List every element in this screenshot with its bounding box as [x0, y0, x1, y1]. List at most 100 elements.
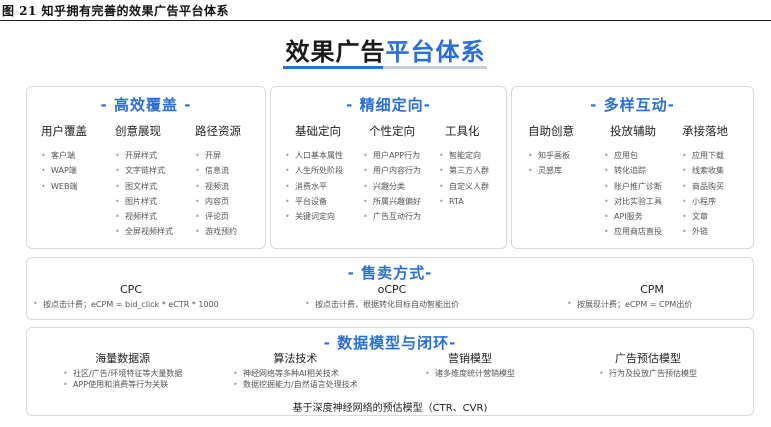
column-marketing-model: 营销模型 诸多维度统计营销模型: [425, 350, 515, 380]
list-item: 视频样式: [115, 209, 173, 225]
list-item: 行为及投放广告预估模型: [599, 369, 697, 380]
list-item: 游戏预约: [195, 224, 241, 240]
sales-mode-cpc: CPC 按点击计费；eCPM = bid_click * eCTR * 1000: [33, 283, 229, 309]
list-item: 兴趣分类: [363, 179, 421, 195]
list-item: 智能定向: [439, 148, 489, 164]
column-path-resources: 路径资源 开屏 信息流 视频流 内容页 评论页 游戏预约: [195, 123, 241, 240]
panel-precise-targeting: - 精细定向- 基础定向 人口基本属性 人生所处阶段 消费水平 平台设备 关键词…: [270, 86, 507, 249]
diagram-title: 效果广告平台体系: [0, 32, 771, 67]
figure-caption: 图 21 知乎拥有完善的效果广告平台体系: [2, 4, 230, 18]
column-header: 投放辅助: [610, 124, 656, 138]
list-item: 消费水平: [285, 179, 343, 195]
list-item: 关键词定向: [285, 209, 343, 225]
sales-mode-note: 按点击计费；eCPM = bid_click * eCTR * 1000: [33, 299, 219, 310]
list-item: 图片样式: [115, 194, 173, 210]
column-header: 自助创意: [528, 124, 574, 138]
column-massive-data: 海量数据源 社区/广告/环境特征等大量数据 APP使用和消费等行为关联: [63, 350, 182, 390]
list-item: 视频流: [195, 179, 241, 195]
list-item: 开屏: [195, 148, 241, 164]
list-item: 评论页: [195, 209, 241, 225]
column-self-service-creative: 自助创意 知乎画板 灵感库: [528, 123, 574, 179]
list-item: 所属兴趣偏好: [363, 194, 421, 210]
list-item: 对比实验工具: [604, 194, 662, 210]
column-ad-forecast-model: 广告预估模型 行为及投放广告预估模型: [599, 350, 697, 380]
list-item: 文字链样式: [115, 163, 173, 179]
panel-title: - 售卖方式-: [347, 264, 433, 282]
column-header: 创意展现: [115, 124, 161, 138]
list-item: 第三方人群: [439, 163, 489, 179]
list-item: 信息流: [195, 163, 241, 179]
panel-diverse-interaction: - 多样互动- 自助创意 知乎画板 灵感库 投放辅助 应用包 转化追踪 账户推广…: [511, 86, 754, 249]
list-item: 小程序: [682, 194, 728, 210]
list-item: 文章: [682, 209, 728, 225]
panel-title: - 多样互动-: [590, 96, 675, 114]
column-header: 营销模型: [448, 352, 492, 365]
list-item: 客户端: [41, 148, 87, 164]
list-item: 开屏样式: [115, 148, 173, 164]
column-landing: 承接落地 应用下载 线索收集 商品购买 小程序 文章 外链: [682, 123, 728, 240]
column-header: 工具化: [445, 124, 480, 138]
column-header: 算法技术: [273, 352, 318, 365]
list-item: 用户APP行为: [363, 148, 421, 164]
list-item: 平台设备: [285, 194, 343, 210]
sales-mode-note: 按点击计费，根据转化目标自动智能出价: [305, 299, 459, 310]
column-header: 广告预估模型: [615, 352, 681, 365]
sales-mode-ocpc: oCPC 按点击计费，根据转化目标自动智能出价: [305, 283, 477, 309]
panel-title: - 高效覆盖 -: [100, 96, 192, 114]
title-underline-gray: [383, 66, 487, 69]
list-item: API服务: [604, 209, 662, 225]
column-header: 路径资源: [195, 124, 241, 138]
sales-mode-name: oCPC: [377, 283, 407, 296]
list-item: 人生所处阶段: [285, 163, 343, 179]
column-basic-targeting: 基础定向 人口基本属性 人生所处阶段 消费水平 平台设备 关键词定向: [285, 123, 343, 225]
column-header: 用户覆盖: [41, 124, 87, 138]
title-underline-accent: [283, 66, 383, 69]
list-item: 知乎画板: [528, 148, 574, 164]
panel-efficient-coverage: - 高效覆盖 - 用户覆盖 客户端 WAP端 WEB端 创意展现 开屏样式 文字…: [26, 86, 266, 249]
column-header: 承接落地: [682, 124, 728, 138]
list-item: 灵感库: [528, 163, 574, 179]
column-personalized-targeting: 个性定向 用户APP行为 用户内容行为 兴趣分类 所属兴趣偏好 广告互动行为: [363, 123, 421, 225]
list-item: 商品购买: [682, 179, 728, 195]
diagram-title-part2: 平台体系: [385, 38, 486, 66]
list-item: 神经网络等多种AI相关技术: [233, 369, 358, 380]
column-delivery-assist: 投放辅助 应用包 转化追踪 账户推广诊断 对比实验工具 API服务 应用商店直投: [604, 123, 662, 240]
list-item: 应用下载: [682, 148, 728, 164]
column-creative-display: 创意展现 开屏样式 文字链样式 图文样式 图片样式 视频样式 全屏视频样式: [115, 123, 173, 240]
list-item: WAP端: [41, 163, 87, 179]
sales-mode-note: 按展现计费；eCPM = CPM出价: [567, 299, 692, 310]
list-item: 线索收集: [682, 163, 728, 179]
sales-mode-name: CPC: [120, 283, 142, 296]
list-item: 内容页: [195, 194, 241, 210]
sales-mode-cpm: CPM 按展现计费；eCPM = CPM出价: [567, 283, 737, 309]
column-algorithms: 算法技术 神经网络等多种AI相关技术 数据挖掘能力/自然语言处理技术: [233, 350, 358, 390]
caption-divider: [0, 20, 771, 21]
diagram-title-part1: 效果广告: [285, 38, 386, 66]
column-header: 基础定向: [295, 124, 341, 138]
list-item: 人口基本属性: [285, 148, 343, 164]
list-item: 转化追踪: [604, 163, 662, 179]
list-item: APP使用和消费等行为关联: [63, 380, 182, 391]
list-item: 账户推广诊断: [604, 179, 662, 195]
column-header: 个性定向: [369, 124, 415, 138]
list-item: 诸多维度统计营销模型: [425, 369, 515, 380]
list-item: 用户内容行为: [363, 163, 421, 179]
list-item: 自定义人群: [439, 179, 489, 195]
list-item: 数据挖掘能力/自然语言处理技术: [233, 380, 358, 391]
column-header: 海量数据源: [95, 352, 151, 365]
list-item: 图文样式: [115, 179, 173, 195]
list-item: WEB端: [41, 179, 87, 195]
list-item: 应用商店直投: [604, 224, 662, 240]
list-item: RTA: [439, 194, 489, 210]
panel-data-model-loop: - 数据模型与闭环- 海量数据源 社区/广告/环境特征等大量数据 APP使用和消…: [26, 327, 754, 416]
list-item: 外链: [682, 224, 728, 240]
panel-sales-methods: - 售卖方式- CPC 按点击计费；eCPM = bid_click * eCT…: [26, 257, 754, 320]
model-footnote: 基于深度神经网络的预估模型（CTR、CVR): [292, 403, 488, 414]
panel-title: - 精细定向-: [346, 96, 431, 114]
sales-mode-name: CPM: [640, 283, 664, 296]
list-item: 广告互动行为: [363, 209, 421, 225]
column-user-coverage: 用户覆盖 客户端 WAP端 WEB端: [41, 123, 87, 194]
list-item: 社区/广告/环境特征等大量数据: [63, 369, 182, 380]
list-item: 应用包: [604, 148, 662, 164]
column-tooling: 工具化 智能定向 第三方人群 自定义人群 RTA: [439, 123, 489, 209]
